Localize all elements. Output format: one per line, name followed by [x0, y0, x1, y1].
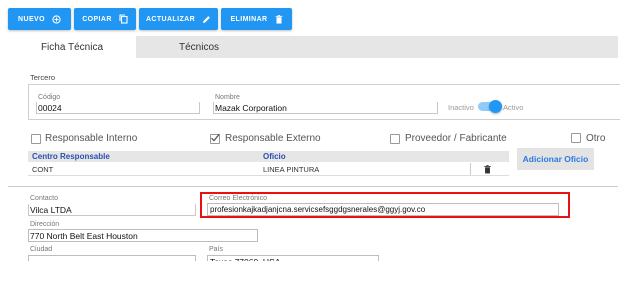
tercero-section-label: Tercero: [30, 73, 56, 82]
adicionar-oficio-button[interactable]: Adicionar Oficio: [517, 148, 594, 170]
inactivo-label: Inactivo: [448, 103, 474, 112]
copy-icon: [119, 14, 128, 24]
pais-label: País: [209, 246, 224, 253]
table-cell-oficio: LINEA PINTURA: [263, 165, 320, 174]
column-divider: [470, 163, 471, 175]
trash-icon: [275, 14, 282, 24]
activo-label: Activo: [503, 103, 524, 112]
adicionar-oficio-label: Adicionar Oficio: [522, 154, 589, 164]
active-toggle-knob[interactable]: [489, 100, 502, 113]
codigo-value: 00024: [38, 103, 62, 113]
add-circle-icon: [52, 14, 61, 24]
tab-tecnicos[interactable]: Técnicos: [136, 36, 262, 58]
responsable-externo-checkbox[interactable]: [210, 133, 220, 144]
nombre-label: Nombre: [215, 94, 240, 101]
direccion-label: Dirección: [30, 221, 60, 228]
nombre-value: Mazak Corporation: [215, 103, 287, 113]
checkmark-icon: [211, 133, 220, 142]
tab-ficha-tecnica[interactable]: Ficha Técnica: [8, 36, 136, 58]
responsable-externo-label: Responsable Externo: [225, 133, 321, 144]
new-button[interactable]: NUEVO: [8, 8, 71, 30]
ciudad-label: Ciudad: [30, 246, 53, 253]
pencil-icon: [202, 15, 210, 23]
row-delete-trash-icon[interactable]: [484, 165, 491, 174]
tab-label: Técnicos: [178, 41, 219, 53]
section-divider: [8, 186, 618, 187]
contacto-value: Vilca LTDA: [30, 205, 72, 215]
proveedor-fabricante-checkbox[interactable]: [390, 134, 400, 144]
crop-edge: [0, 261, 626, 284]
new-button-label: NUEVO: [18, 15, 45, 23]
table-cell-centro: CONT: [32, 165, 54, 174]
update-button[interactable]: ACTUALIZAR: [139, 8, 218, 30]
column-header-centro-responsable: Centro Responsable: [32, 152, 110, 161]
highlight-box: [200, 192, 570, 218]
column-header-oficio: Oficio: [263, 152, 286, 161]
delete-button[interactable]: ELIMINAR: [221, 8, 292, 30]
codigo-label: Código: [38, 94, 61, 101]
direccion-value: 770 North Belt East Houston: [30, 231, 138, 241]
contacto-label: Contacto: [30, 195, 59, 202]
responsable-interno-label: Responsable Interno: [45, 133, 138, 144]
tab-label: Ficha Técnica: [40, 41, 104, 53]
responsable-interno-checkbox[interactable]: [31, 134, 41, 144]
proveedor-fabricante-label: Proveedor / Fabricante: [405, 133, 507, 144]
otro-checkbox[interactable]: [571, 133, 581, 143]
delete-button-label: ELIMINAR: [230, 15, 268, 23]
otro-label: Otro: [586, 133, 606, 144]
copy-button-label: COPIAR: [82, 15, 112, 23]
copy-button[interactable]: COPIAR: [74, 8, 136, 30]
update-button-label: ACTUALIZAR: [145, 15, 196, 23]
